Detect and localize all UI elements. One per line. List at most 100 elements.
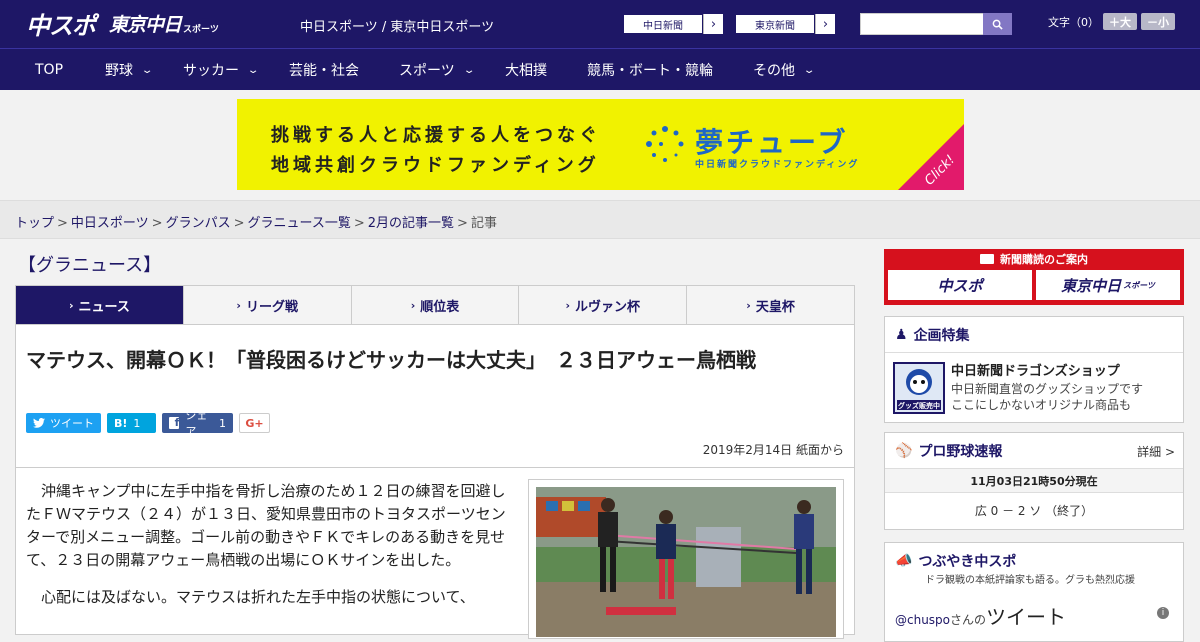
chevron-down-icon: ⌄ [246,64,260,76]
nav-item-top[interactable]: TOP [35,49,63,91]
google-plus-icon: G+ [245,416,264,430]
tab-label: 順位表 [420,299,460,315]
dragons-shop-link[interactable]: 中日新聞ドラゴンズショップ [951,360,1120,379]
breadcrumb-news-list[interactable]: グラニュース一覧 [248,216,351,231]
article-headline: マテウス、開幕ＯＫ！「普段困るけどサッカーは大丈夫」 ２３日アウェー鳥栖戦 [26,348,756,372]
subscription-box: 新聞購読のご案内 中スポ 東京中日 スポーツ [884,249,1184,305]
chevron-down-icon: ⌄ [140,64,154,76]
tokyo-shimbun-link[interactable]: 東京新聞 › [734,13,836,35]
baseball-panel-header: ⚾ プロ野球速報 詳細 > [885,433,1183,469]
nav-item-sumo[interactable]: 大相撲 [505,49,547,91]
share-buttons: ツイート B! 1 f シェア 1 G+ [26,409,270,438]
dragons-shop-thumbnail[interactable]: グッズ販売中 [893,362,945,414]
feature-panel-header: ♟ 企画特集 [885,317,1183,353]
nav-item-sports[interactable]: スポーツ ⌄ [399,49,475,91]
photo-illustration [536,487,836,637]
tab-standings[interactable]: › 順位表 [350,286,519,324]
baseball-title: プロ野球速報 [918,443,1003,460]
chunichi-shimbun-link[interactable]: 中日新聞 › [622,13,724,35]
chevron-right-icon: › [410,298,416,312]
newspaper-icon [980,254,994,264]
nav-item-baseball[interactable]: 野球 ⌄ [105,49,154,91]
search-button[interactable] [983,13,1012,35]
search-box [860,13,1012,35]
tab-levain-cup[interactable]: › ルヴァン杯 [518,286,686,324]
breadcrumb-chunichi-sports[interactable]: 中日スポーツ [71,216,149,231]
divider [16,467,854,468]
tab-league[interactable]: › リーグ戦 [182,286,351,324]
category-tabs: › ニュース › リーグ戦 › 順位表 › ルヴァン杯 › 天皇杯 [15,285,855,325]
font-size-controls: 文字（0） ＋大 －小 [1048,13,1175,30]
logo-text: 中スポ [937,276,983,295]
breadcrumb-sep: > [57,216,68,231]
subscribe-tokyo-chunichi-link[interactable]: 東京中日 スポーツ [1036,270,1180,300]
hatena-icon: B! [114,416,128,430]
facebook-count: 1 [219,416,226,430]
tweets-subtitle: ドラ観戦の本紙評論家も語る。グラも熱烈応援 [925,575,1135,586]
article-paragraph: 心配には及ばない。マテウスは折れた左手中指の状態について、 [41,588,475,606]
nav-label: サッカー [183,63,239,79]
breadcrumb-grampus[interactable]: グランパス [166,216,231,231]
ad-brand: 夢チューブ [695,126,849,159]
font-larger-button[interactable]: ＋大 [1103,13,1137,30]
handle-suffix: さんの [950,613,987,627]
logo-tokyo-chunichi: 東京中日 [109,13,182,36]
breadcrumb-current: 記事 [470,216,497,231]
breadcrumb-sep: > [457,216,468,231]
training-photo-image [536,487,836,637]
article-paragraph: 沖縄キャンプ中に左手中指を骨折し治療のため１２日の練習を回避したＦＷマテウス（２… [26,482,506,569]
google-plus-button[interactable]: G+ [239,413,270,433]
article: マテウス、開幕ＯＫ！「普段困るけどサッカーは大丈夫」 ２３日アウェー鳥栖戦 ツイ… [15,325,855,639]
breadcrumb-feb-list[interactable]: 2月の記事一覧 [368,216,454,231]
chevron-right-icon: › [68,298,74,312]
feature-panel: ♟ 企画特集 グッズ販売中 中日新聞ドラゴンズショップ 中日新聞直営のグッズショ… [884,316,1184,423]
tab-news[interactable]: › ニュース [16,286,183,324]
top-header: 中スポ 東京中日 スポーツ 中日スポーツ / 東京中日スポーツ 中日新聞 › 東… [0,0,1200,48]
dots-logo-icon [646,126,684,162]
twitter-bird-icon [33,418,45,428]
crowdfunding-ad-banner[interactable]: 挑戦する人と応援する人をつなぐ 地域共創クラウドファンディング 夢チューブ 中日… [237,99,964,190]
font-size-label: 文字（0） [1048,15,1099,29]
game-score[interactable]: 広 0 － 2 ソ （終了） [885,493,1183,527]
nav-item-racing[interactable]: 競馬・ボート・競輪 [587,49,713,91]
feature-title: 企画特集 [913,327,970,344]
subscribe-chuspo-link[interactable]: 中スポ [888,270,1032,300]
article-body: 沖縄キャンプ中に左手中指を骨折し治療のため１２日の練習を回避したＦＷマテウス（２… [26,480,511,623]
baseball-details-link[interactable]: 詳細 > [1137,443,1175,460]
tab-label: 天皇杯 [755,299,795,315]
site-logo[interactable]: 中スポ 東京中日 スポーツ [26,8,219,40]
hatena-bookmark-button[interactable]: B! 1 [107,413,156,433]
tab-label: リーグ戦 [245,299,298,315]
shop-badge: グッズ販売中 [898,402,940,410]
nav-label: 競馬・ボート・競輪 [587,63,713,79]
search-input[interactable] [860,13,983,35]
font-smaller-button[interactable]: －小 [1141,13,1175,30]
tab-emperors-cup[interactable]: › 天皇杯 [686,286,854,324]
tweet-button[interactable]: ツイート [26,413,101,433]
paper-link-label: 中日新聞 [623,14,703,34]
twitter-handle-link[interactable]: @chuspo [895,613,950,627]
info-icon[interactable]: i [1157,607,1169,619]
feature-icon: ♟ [895,326,908,343]
site-name-link[interactable]: 中日スポーツ / 東京中日スポーツ [300,16,494,35]
breadcrumb-sep: > [233,216,245,231]
nav-item-other[interactable]: その他 ⌄ [753,49,815,91]
nav-label: TOP [35,62,64,78]
nav-item-soccer[interactable]: サッカー ⌄ [183,49,260,91]
facebook-share-button[interactable]: f シェア 1 [162,409,233,438]
nav-label: その他 [753,63,795,79]
hatena-count: 1 [133,416,141,430]
subscription-title: 新聞購読のご案内 [1000,253,1088,266]
logo-text: 東京中日 [1061,276,1122,295]
article-photo[interactable] [528,479,844,639]
ad-brand-sub: 中日新聞クラウドファンディング [695,160,860,170]
paper-link-label: 東京新聞 [735,14,815,34]
logo-sports: スポーツ [183,24,219,35]
nav-item-entertainment[interactable]: 芸能・社会 [289,49,359,91]
breadcrumb-bar: トップ > 中日スポーツ > グランパス > グラニュース一覧 >2月の記事一覧 > 記事 [0,200,1200,239]
shop-desc-line: 中日新聞直営のグッズショップです [951,382,1144,396]
nav-label: スポーツ [399,63,455,79]
tweets-heading-label: ツイート [986,605,1067,629]
breadcrumb-top[interactable]: トップ [15,216,54,231]
tweets-panel: 📣 つぶやき中スポ ドラ観戦の本紙評論家も語る。グラも熱烈応援 @chuspoさ… [884,542,1184,642]
